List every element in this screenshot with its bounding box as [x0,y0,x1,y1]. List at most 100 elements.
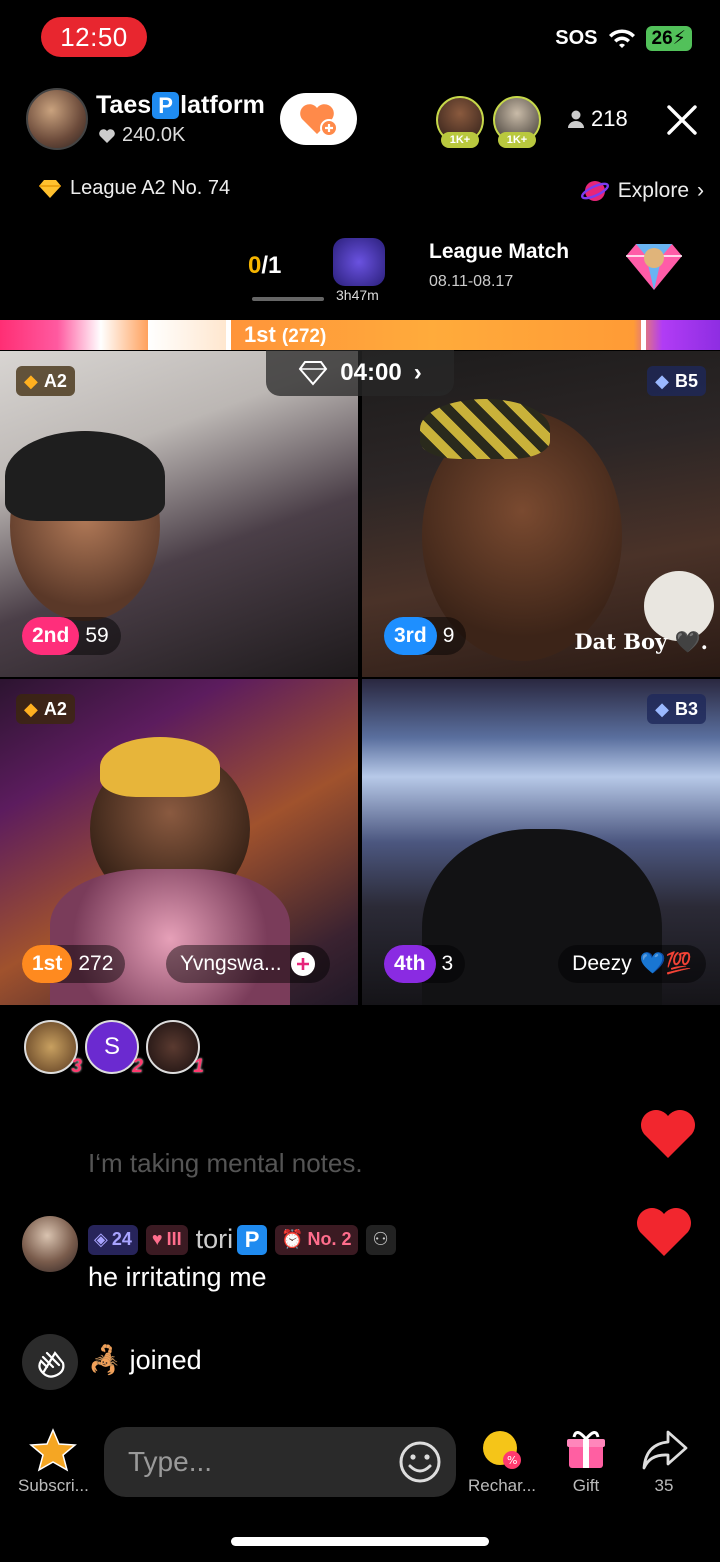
status-time: 12:50 [41,17,147,57]
league-gem-icon[interactable] [624,240,684,292]
share-button[interactable]: 35 [640,1428,688,1496]
battle-timer-value: 04:00 [340,359,402,386]
recharge-button[interactable]: % Rechar... [468,1428,536,1496]
durag-shape [420,399,550,459]
explore-button[interactable]: Explore › [580,177,704,205]
heart-icon [641,1110,695,1158]
battle-timer[interactable]: 04:00 › [266,350,454,396]
tier-label: A2 [43,698,67,719]
chat-avatar[interactable] [22,1216,78,1272]
home-indicator[interactable] [231,1537,489,1546]
streamer-name-text: Deezy [572,952,632,975]
black-heart-icon: 🖤. [674,629,708,654]
chat-message-text: he irritating me [88,1262,267,1292]
diamond-icon: ◆ [24,370,38,391]
score-underline [252,297,324,301]
video-tile-4[interactable]: ◆ B3 4th 3 Deezy 💙💯 [362,679,720,1005]
rank-score: 3 [441,952,454,975]
host-likes: 240.0K [98,124,185,147]
join-text: joined [129,1344,202,1375]
host-name[interactable]: Taes Platform [96,91,265,120]
join-notice: 🦂 joined [88,1344,202,1376]
host-avatar[interactable] [26,88,88,150]
host-name-p-box: P [152,92,180,119]
gift-label: Gift [572,1476,600,1495]
rank-no-badge: ⏰ No. 2 [275,1224,358,1255]
tier-badge: ◆ A2 [16,366,75,396]
rank-score: 272 [78,952,114,975]
username-p-box: P [237,1224,268,1255]
scorpion-icon: 🦂 [88,1345,122,1375]
ranker-avatar[interactable]: S2 [85,1020,143,1077]
chevron-right-icon: › [413,359,422,386]
streamer-name[interactable]: Deezy 💙💯 [558,945,706,983]
video-tile-2[interactable]: ◆ B5 3rd 9 Dat Boy 🖤. [362,351,720,677]
match-score[interactable]: 0/1 [248,252,281,280]
match-title[interactable]: League Match [429,240,569,264]
moderator-icon: ⚇ [365,1224,396,1255]
diamond-icon: ◆ [24,698,38,719]
emoji-icon[interactable] [398,1440,442,1484]
streamer-name[interactable]: Yvngswa... [166,945,330,983]
host-likes-count: 240.0K [122,124,186,146]
diamond-icon: ◆ [655,370,669,391]
gift-icon [567,1431,605,1468]
level-badge: ◈ 24 [88,1224,138,1255]
rank-pill: 4th 3 [384,945,466,983]
chat-badges: ◈ 24 ♥ III tori P ⏰ No. 2 ⚇ [88,1224,396,1255]
ranker-number: 2 [132,1056,143,1077]
chat-username[interactable]: tori P [196,1224,268,1255]
subscribe-button[interactable]: Subscri... [18,1428,89,1496]
match-badge-icon[interactable] [333,238,385,286]
match-dates: 08.11-08.17 [429,273,514,290]
close-icon[interactable] [664,102,700,138]
follow-button[interactable] [280,93,357,145]
heart-icon: ♥ [151,1229,163,1249]
diamond-icon: ◆ [655,698,669,719]
top-gifter-avatar[interactable]: 1K+ [436,96,484,148]
hat-shape [100,737,220,797]
heart-plus-icon [299,104,338,137]
rank-bar-segment [148,320,226,350]
video-tile-3[interactable]: ◆ A2 1st 272 Yvngswa... [0,679,358,1005]
chat-username-text: tori [195,1224,234,1254]
rank-label: 2nd [22,617,80,655]
match-score-current: 0 [248,252,262,279]
viewer-count-value: 218 [591,106,628,131]
rank-marker [641,320,646,350]
rank-label: 3rd [384,617,437,655]
share-icon [642,1430,688,1470]
rank-score: 9 [442,624,455,647]
streamer-name-text: Dat Boy [574,629,668,654]
add-follow-icon[interactable] [290,951,316,977]
league-rank[interactable]: League A2 No. 74 [38,177,230,200]
streamer-name[interactable]: Dat Boy 🖤. [574,629,708,655]
gift-button[interactable]: Gift [564,1428,608,1496]
rank-progress-bar: 1st (272) [0,320,720,350]
rank-bar-rank: 1st [244,322,276,347]
person-icon [568,110,584,128]
cap-shape [5,431,165,521]
rank-label: 4th [384,945,436,983]
wifi-icon [608,28,635,48]
battery-indicator: 26 ⚡ [645,26,692,51]
ranker-avatar[interactable]: 3 [24,1020,82,1077]
chevron-right-icon: › [697,179,704,202]
ranker-number: 1 [193,1056,204,1077]
chat-input[interactable]: Type... [104,1427,456,1497]
rank-bar-points: (272) [281,326,327,347]
viewer-count[interactable]: 218 [567,106,628,132]
heart-icon [99,128,115,143]
sos-label: SOS [555,27,598,49]
video-tile-1[interactable]: ◆ A2 2nd 59 [0,351,358,677]
ranker-avatar[interactable]: 1 [146,1020,204,1077]
rank-no-value: No. 2 [307,1229,352,1249]
shirt-shape [50,869,290,1005]
streamer-name-text: Yvngswa... [180,952,282,975]
status-indicators: SOS 26 ⚡ [555,26,692,51]
gifter-tag: 1K+ [498,132,536,148]
star-icon [29,1428,78,1472]
rank-score: 59 [85,624,109,647]
wave-hand-icon[interactable] [22,1334,78,1390]
top-gifter-avatar[interactable]: 1K+ [493,96,541,148]
